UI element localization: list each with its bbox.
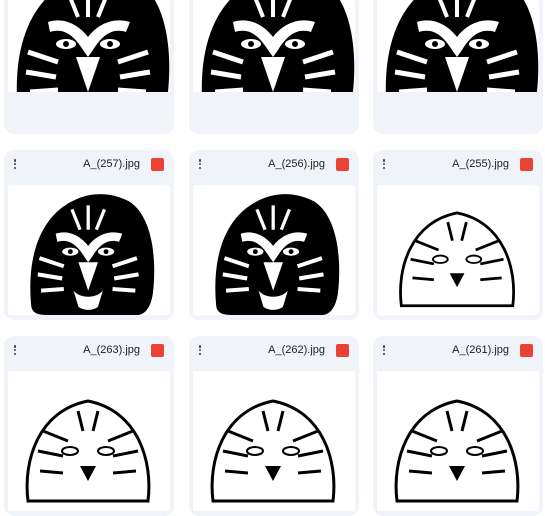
file-name: A_(262).jpg (268, 344, 325, 356)
more-options-icon[interactable] (11, 344, 19, 358)
thumbnail-image (377, 185, 539, 315)
thumbnail-image (193, 371, 355, 511)
image-file-icon (520, 158, 533, 171)
file-card[interactable]: A_(261).jpg (373, 336, 543, 516)
thumbnail-image (377, 0, 539, 92)
more-options-icon[interactable] (196, 344, 204, 358)
image-file-icon (151, 158, 164, 171)
thumbnail-image (377, 371, 539, 511)
thumbnail-image (193, 0, 355, 92)
file-card[interactable]: A_(262).jpg (189, 336, 359, 516)
file-card-header: A_(256).jpg (189, 150, 359, 180)
file-card-header: A_(262).jpg (189, 336, 359, 366)
thumbnail-image (8, 371, 170, 511)
more-options-icon[interactable] (11, 158, 19, 172)
file-card-header: A_(257).jpg (4, 150, 174, 180)
file-card-header: A_(261).jpg (373, 336, 543, 366)
image-file-icon (336, 158, 349, 171)
file-card-header: A_(263).jpg (4, 336, 174, 366)
file-name: A_(257).jpg (83, 158, 140, 170)
file-card[interactable]: A_(256).jpg (189, 150, 359, 320)
file-card[interactable]: A_(255).jpg (373, 150, 543, 320)
image-file-icon (151, 344, 164, 357)
file-card[interactable]: A_(257).jpg (4, 150, 174, 320)
file-card[interactable] (4, 0, 174, 134)
image-file-icon (336, 344, 349, 357)
file-card[interactable]: A_(263).jpg (4, 336, 174, 516)
file-name: A_(261).jpg (452, 344, 509, 356)
file-card[interactable] (189, 0, 359, 134)
file-name: A_(263).jpg (83, 344, 140, 356)
file-card-header: A_(255).jpg (373, 150, 543, 180)
more-options-icon[interactable] (196, 158, 204, 172)
file-name: A_(255).jpg (452, 158, 509, 170)
image-file-icon (520, 344, 533, 357)
file-name: A_(256).jpg (268, 158, 325, 170)
thumbnail-image (193, 185, 355, 315)
file-card[interactable] (373, 0, 543, 134)
more-options-icon[interactable] (380, 344, 388, 358)
thumbnail-image (8, 185, 170, 315)
thumbnail-image (8, 0, 170, 92)
more-options-icon[interactable] (380, 158, 388, 172)
